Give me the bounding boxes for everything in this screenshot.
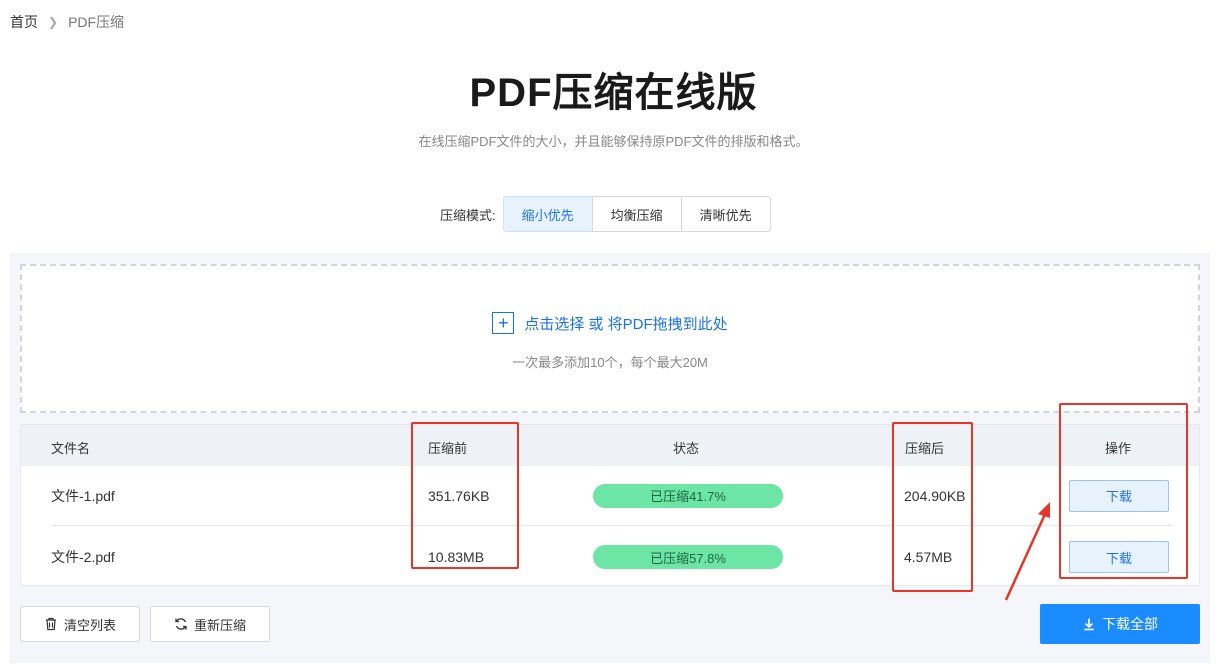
recompress-label: 重新压缩 bbox=[193, 617, 246, 633]
header-filename: 文件名 bbox=[51, 441, 91, 456]
upload-hint: 一次最多添加10个，每个最大20M bbox=[512, 355, 708, 370]
plus-icon: + bbox=[492, 312, 515, 334]
download-button[interactable]: 下载 bbox=[1069, 479, 1169, 512]
header-action: 操作 bbox=[1105, 441, 1132, 456]
size-after: 4.57MB bbox=[904, 549, 953, 565]
download-all-label: 下载全部 bbox=[1102, 616, 1158, 632]
clear-list-label: 清空列表 bbox=[63, 617, 116, 633]
table-row: 文件-2.pdf 10.83MB 已压缩57.8% 4.57MB 下载 bbox=[51, 527, 1171, 587]
status-badge: 已压缩57.8% bbox=[593, 545, 783, 569]
upload-select-button[interactable]: + 点击选择 或 将PDF拖拽到此处 bbox=[22, 312, 1198, 334]
breadcrumb-current: PDF压缩 bbox=[68, 14, 125, 30]
file-name: 文件-2.pdf bbox=[51, 549, 115, 565]
page-subtitle: 在线压缩PDF文件的大小，并且能够保持原PDF文件的排版和格式。 bbox=[418, 134, 809, 149]
mode-option-clarity[interactable]: 清晰优先 bbox=[680, 196, 771, 232]
header-before: 压缩前 bbox=[428, 441, 468, 456]
header-status: 状态 bbox=[673, 441, 700, 456]
recompress-button[interactable]: 重新压缩 bbox=[150, 606, 270, 642]
refresh-icon bbox=[175, 618, 187, 630]
mode-option-balanced[interactable]: 均衡压缩 bbox=[591, 196, 682, 232]
upload-drop-zone[interactable]: + 点击选择 或 将PDF拖拽到此处 一次最多添加10个，每个最大20M bbox=[20, 264, 1200, 413]
upload-action-text: 点击选择 或 将PDF拖拽到此处 bbox=[524, 315, 728, 333]
mode-option-smallest[interactable]: 缩小优先 bbox=[502, 196, 593, 232]
header-after: 压缩后 bbox=[905, 441, 945, 456]
breadcrumb-home-link[interactable]: 首页 bbox=[10, 12, 38, 32]
status-badge: 已压缩41.7% bbox=[593, 483, 783, 508]
trash-icon bbox=[45, 617, 56, 631]
size-before: 10.83MB bbox=[428, 549, 485, 565]
download-button[interactable]: 下载 bbox=[1069, 541, 1169, 573]
compression-mode-label: 压缩模式: bbox=[440, 207, 496, 223]
table-header: 文件名 压缩前 状态 压缩后 操作 bbox=[21, 425, 1199, 466]
table-row: 文件-1.pdf 351.76KB 已压缩41.7% 204.90KB 下载 bbox=[51, 466, 1171, 526]
page-title: PDF压缩在线版 bbox=[469, 71, 758, 115]
breadcrumb: 首页 ❯ PDF压缩 bbox=[10, 12, 124, 32]
size-after: 204.90KB bbox=[904, 487, 966, 504]
size-before: 351.76KB bbox=[428, 487, 490, 504]
file-table: 文件名 压缩前 状态 压缩后 操作 文件-1.pdf 351.76KB 已压缩4… bbox=[20, 424, 1200, 586]
chevron-right-icon: ❯ bbox=[48, 15, 59, 29]
download-all-button[interactable]: 下载全部 bbox=[1040, 604, 1200, 644]
download-icon bbox=[1084, 618, 1094, 631]
compression-mode-selector: 压缩模式: 缩小优先 均衡压缩 清晰优先 bbox=[440, 196, 771, 232]
file-name: 文件-1.pdf bbox=[51, 487, 115, 504]
clear-list-button[interactable]: 清空列表 bbox=[20, 606, 140, 642]
